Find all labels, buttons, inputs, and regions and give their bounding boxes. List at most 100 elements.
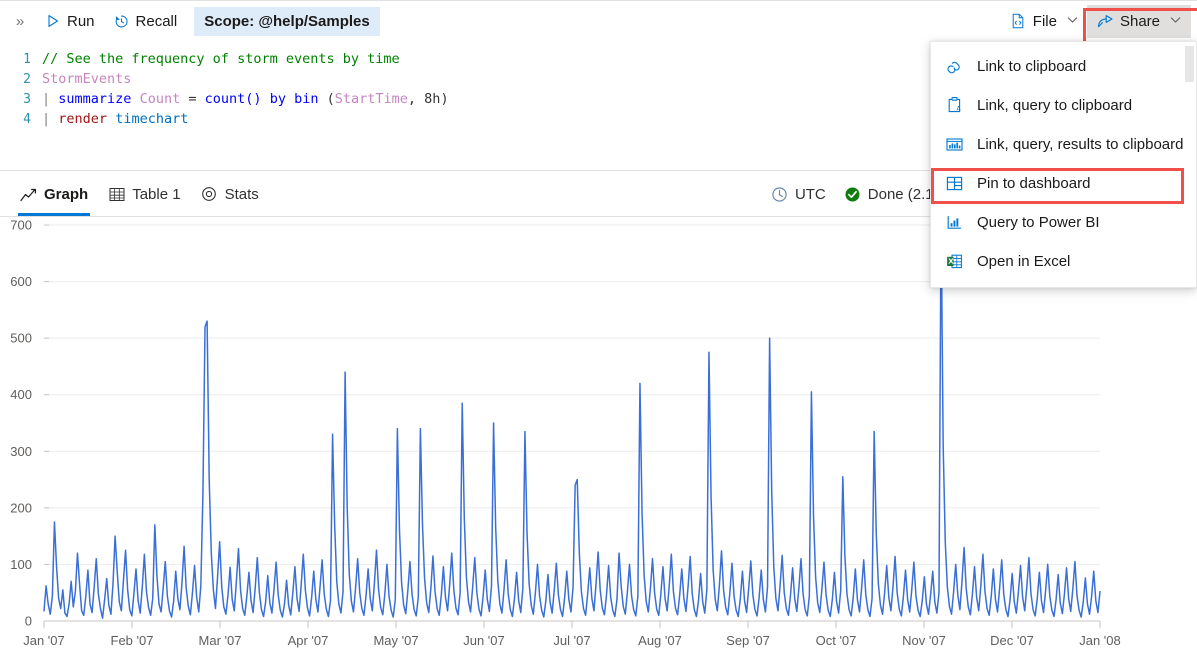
y-axis-tick-label: 500 [10,331,32,346]
power-bi-icon [945,213,964,232]
y-axis-tick-label: 300 [10,444,32,459]
share-dropdown-menu: Link to clipboard A Link, query to clipb… [930,41,1197,288]
x-axis-tick-label: Jun '07 [463,633,505,648]
code-keyword-by: by [269,91,286,107]
code-operator-equals: = [188,91,197,107]
share-arrow-icon [1097,13,1114,30]
x-axis-tick-label: May '07 [373,633,418,648]
top-toolbar: » Run Recall Scope: @help/Samples File S… [0,0,1197,46]
menu-item-label: Link to clipboard [977,58,1087,75]
code-column-count: Count [139,91,181,107]
tab-table-1[interactable]: Table 1 [98,172,190,216]
y-axis-tick-label: 0 [25,614,32,629]
line-chart-icon [20,186,37,203]
file-menu-button[interactable]: File [1001,6,1087,36]
scope-selector[interactable]: Scope: @help/Samples [194,6,380,36]
scope-label: Scope: @help/Samples [204,12,370,30]
menu-item-link-query-to-clipboard[interactable]: A Link, query to clipboard [931,86,1196,125]
menu-item-open-in-excel[interactable]: X Open in Excel [931,242,1196,281]
file-label: File [1032,12,1057,30]
run-label: Run [67,12,95,30]
menu-item-query-to-power-bi[interactable]: Query to Power BI [931,203,1196,242]
excel-icon: X [945,252,964,271]
menu-item-label: Link, query to clipboard [977,97,1133,114]
code-paren-close: ) [440,91,449,107]
code-comment: // See the frequency of storm events by … [42,51,400,67]
y-axis-tick-label: 600 [10,274,32,289]
tab-stats[interactable]: Stats [191,172,269,216]
table-grid-icon [108,186,125,203]
chevron-down-icon [1170,15,1181,27]
toolbar-left-group: » Run Recall Scope: @help/Samples [0,1,380,41]
tab-graph[interactable]: Graph [10,172,98,216]
run-button[interactable]: Run [35,6,104,36]
x-axis-tick-label: Jan '08 [1079,633,1121,648]
y-axis-tick-label: 700 [10,218,32,233]
menu-item-label: Pin to dashboard [977,175,1091,192]
chevron-double-right-icon[interactable]: » [5,1,35,41]
clock-icon [771,186,788,203]
file-code-icon [1010,13,1027,30]
menu-item-pin-to-dashboard[interactable]: Pin to dashboard [931,164,1196,203]
x-axis-tick-label: Sep '07 [726,633,770,648]
menu-item-link-to-clipboard[interactable]: Link to clipboard [931,47,1196,86]
line-number: 4 [23,111,31,127]
code-comma: , [407,91,425,107]
x-axis-tick-label: Mar '07 [199,633,242,648]
code-table-name: StormEvents [42,71,132,87]
line-number: 2 [23,71,31,87]
play-icon [44,13,61,30]
line-number: 3 [23,91,31,107]
tab-table-label: Table 1 [132,185,181,203]
code-viz-timechart: timechart [115,111,189,127]
svg-text:A: A [957,105,962,112]
line-number: 1 [23,51,31,67]
code-keyword-render: render [58,111,108,127]
kusto-explorer-window: » Run Recall Scope: @help/Samples File S… [0,0,1197,657]
recall-button[interactable]: Recall [104,6,187,36]
chevron-down-icon [1067,15,1078,27]
clipboard-chart-icon [945,135,964,154]
results-tab-list: Graph Table 1 Stats [0,172,269,216]
y-axis-tick-label: 100 [10,557,32,572]
menu-item-label: Link, query, results to clipboard [977,136,1184,153]
link-icon [945,57,964,76]
timezone-selector[interactable]: UTC [771,186,826,203]
clipboard-a-icon: A [945,96,964,115]
code-function-bin: bin [294,91,319,107]
share-menu-button[interactable]: Share [1086,4,1191,38]
menu-item-label: Query to Power BI [977,214,1100,231]
x-axis-tick-label: Jan '07 [23,633,65,648]
x-axis-tick-label: Dec '07 [990,633,1034,648]
share-button-wrapper: Share [1082,4,1197,46]
toolbar-right-group: File Share [1001,1,1197,46]
tab-graph-label: Graph [44,185,89,203]
recall-label: Recall [135,12,178,30]
code-pipe: | [42,91,51,107]
y-axis-tick-label: 200 [10,500,32,515]
tab-stats-label: Stats [224,185,259,203]
code-column-starttime: StartTime [334,91,408,107]
menu-item-link-query-results-to-clipboard[interactable]: Link, query, results to clipboard [931,125,1196,164]
x-axis-tick-label: Oct '07 [816,633,857,648]
recall-history-icon [113,13,130,30]
x-axis-tick-label: Feb '07 [111,633,154,648]
code-keyword-summarize: summarize [58,91,132,107]
y-axis-tick-label: 400 [10,387,32,402]
code-literal-8h: 8h [424,91,441,107]
x-axis-tick-label: Nov '07 [902,633,946,648]
code-function-count: count() [204,91,262,107]
x-axis-tick-label: Aug '07 [638,633,682,648]
x-axis-tick-label: Apr '07 [288,633,329,648]
share-label: Share [1119,12,1160,30]
svg-text:X: X [948,258,954,266]
pin-dashboard-icon [945,174,964,193]
code-paren-open: ( [318,91,335,107]
timezone-label: UTC [794,185,826,203]
x-axis-tick-label: Jul '07 [553,633,590,648]
check-circle-icon [844,186,861,203]
menu-item-label: Open in Excel [977,253,1071,270]
code-pipe: | [42,111,51,127]
stats-target-icon [201,186,218,203]
menu-scrollbar-thumb[interactable] [1185,46,1194,82]
